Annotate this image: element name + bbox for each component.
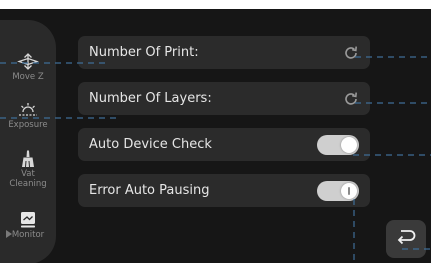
sidebar-nav: Move Z Exposure Vat Cleaning Monitor bbox=[0, 20, 56, 263]
error-auto-pausing-row: Error Auto Pausing bbox=[78, 174, 370, 207]
move-z-icon bbox=[17, 53, 39, 71]
exposure-icon bbox=[17, 101, 39, 119]
refresh-icon[interactable] bbox=[343, 91, 359, 107]
printer-screen: Move Z Exposure Vat Cleaning Monitor Num… bbox=[0, 9, 431, 263]
sidebar-item-label: Exposure bbox=[8, 120, 48, 130]
error-auto-pausing-toggle[interactable] bbox=[317, 180, 359, 201]
auto-device-check-label: Auto Device Check bbox=[89, 137, 212, 152]
number-of-print-row: Number Of Print: bbox=[78, 36, 370, 69]
auto-device-check-toggle[interactable] bbox=[317, 134, 359, 155]
sidebar-item-move-z[interactable]: Move Z bbox=[0, 53, 56, 82]
vat-cleaning-icon bbox=[17, 150, 39, 168]
back-button[interactable] bbox=[386, 220, 426, 258]
return-arrow-icon bbox=[396, 228, 416, 250]
refresh-icon[interactable] bbox=[343, 45, 359, 61]
number-of-layers-row: Number Of Layers: bbox=[78, 82, 370, 115]
number-of-layers-label: Number Of Layers: bbox=[89, 91, 212, 106]
auto-device-check-row: Auto Device Check bbox=[78, 128, 370, 161]
toggle-knob bbox=[341, 136, 357, 153]
monitor-icon bbox=[17, 211, 39, 229]
sidebar-item-label: Vat Cleaning bbox=[9, 169, 47, 189]
sidebar-item-label: Move Z bbox=[12, 72, 44, 82]
sidebar-item-vat-cleaning[interactable]: Vat Cleaning bbox=[0, 150, 56, 189]
error-auto-pausing-label: Error Auto Pausing bbox=[89, 183, 210, 198]
number-of-print-label: Number Of Print: bbox=[89, 45, 199, 60]
sidebar-item-exposure[interactable]: Exposure bbox=[0, 101, 56, 130]
toggle-knob bbox=[341, 182, 357, 199]
active-indicator-arrow bbox=[6, 230, 12, 238]
sidebar-item-label: Monitor bbox=[11, 230, 45, 240]
